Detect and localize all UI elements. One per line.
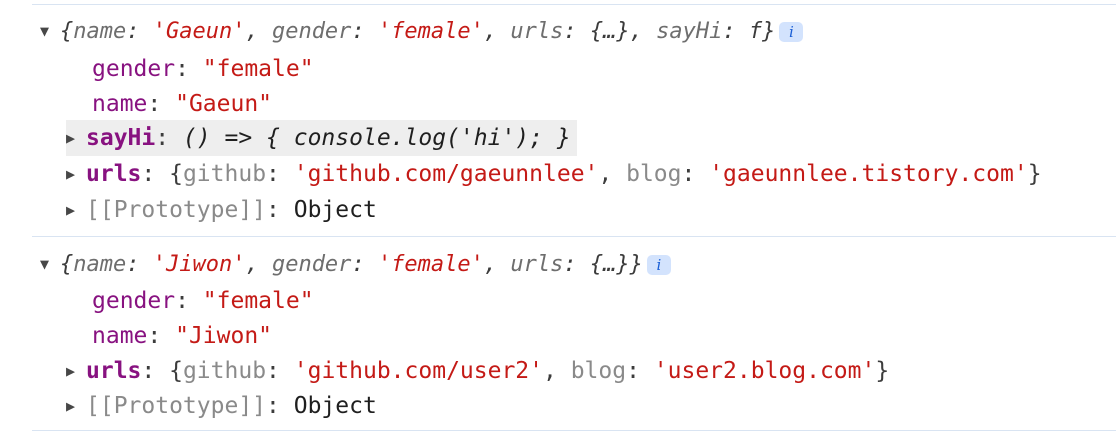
collapse-triangle-icon[interactable]: ▶ xyxy=(66,120,86,156)
property-value: "female" xyxy=(202,288,314,314)
property-key: sayHi xyxy=(86,125,156,151)
console-separator xyxy=(32,236,1116,237)
collapse-triangle-icon[interactable]: ▶ xyxy=(66,156,86,192)
collapse-triangle-icon[interactable]: ▶ xyxy=(66,388,86,424)
property-key: gender xyxy=(92,288,176,314)
info-icon[interactable]: i xyxy=(646,254,671,275)
property-row-gender: gender: "female" xyxy=(92,288,314,314)
property-key: urls xyxy=(86,358,142,384)
property-key: [[Prototype]] xyxy=(86,197,267,223)
property-value: "Jiwon" xyxy=(175,323,273,349)
property-key: urls xyxy=(86,161,142,187)
property-row-gender: gender: "female" xyxy=(92,56,314,82)
property-row-urls[interactable]: ▶ urls: {github: 'github.com/user2', blog… xyxy=(66,353,889,389)
function-value: () => { console.log('hi'); } xyxy=(182,125,571,151)
property-value: Object xyxy=(293,393,377,419)
collapse-triangle-icon[interactable]: ▶ xyxy=(66,353,86,389)
property-row-prototype[interactable]: ▶ [[Prototype]]: Object xyxy=(66,192,377,228)
object-preview: {name: 'Gaeun', gender: 'female', urls: … xyxy=(60,19,776,44)
collapse-triangle-icon[interactable]: ▶ xyxy=(66,192,86,228)
property-value: Object xyxy=(293,197,377,223)
info-icon[interactable]: i xyxy=(779,21,804,42)
console-separator xyxy=(32,430,1116,431)
object-preview: {name: 'Jiwon', gender: 'female', urls: … xyxy=(60,252,643,277)
property-key: name xyxy=(92,323,148,349)
property-row-name: name: "Jiwon" xyxy=(92,323,273,349)
property-key: name xyxy=(92,91,148,117)
expand-triangle-icon[interactable]: ▼ xyxy=(40,13,60,49)
property-key: [[Prototype]] xyxy=(86,393,267,419)
property-value: "Gaeun" xyxy=(175,91,273,117)
property-row-sayhi[interactable]: ▶ sayHi: () => { console.log('hi'); } xyxy=(66,120,577,156)
object-summary-row[interactable]: ▼ {name: 'Gaeun', gender: 'female', urls:… xyxy=(40,13,804,49)
property-value: "female" xyxy=(202,56,314,82)
property-row-prototype[interactable]: ▶ [[Prototype]]: Object xyxy=(66,388,377,424)
expand-triangle-icon[interactable]: ▼ xyxy=(40,246,60,282)
property-row-urls[interactable]: ▶ urls: {github: 'github.com/gaeunnlee', … xyxy=(66,156,1042,192)
console-separator xyxy=(32,4,1116,5)
property-row-name: name: "Gaeun" xyxy=(92,91,273,117)
object-summary-row[interactable]: ▼ {name: 'Jiwon', gender: 'female', urls:… xyxy=(40,246,671,282)
property-key: gender xyxy=(92,56,176,82)
